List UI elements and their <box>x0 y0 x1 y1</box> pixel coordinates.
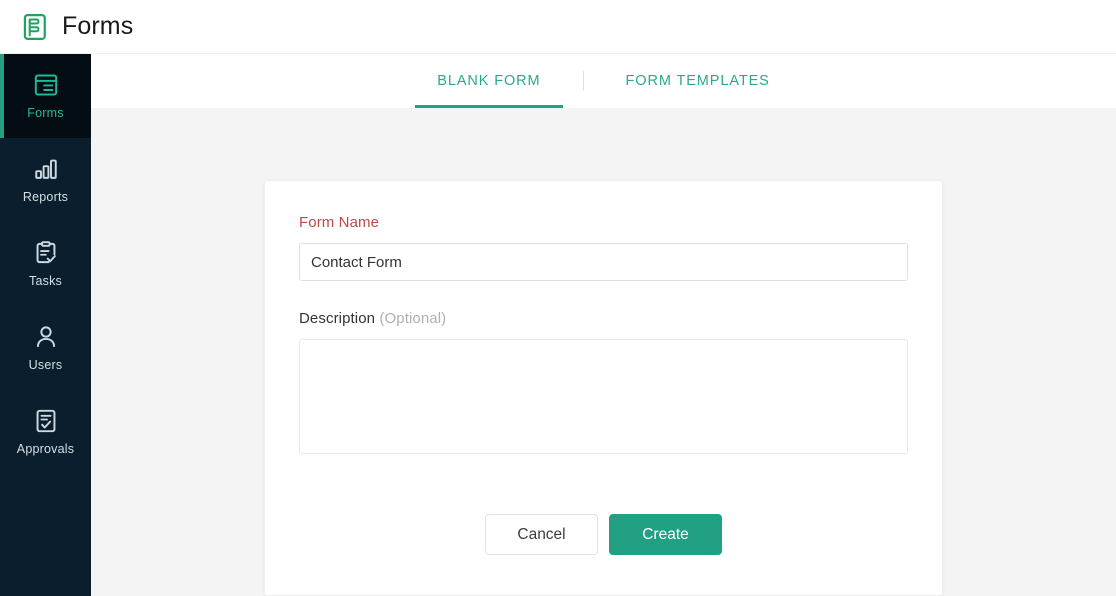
main-content: BLANK FORM FORM TEMPLATES Form Name Desc… <box>91 54 1116 596</box>
cancel-button[interactable]: Cancel <box>485 514 598 555</box>
sidebar-item-users[interactable]: Users <box>0 306 91 390</box>
sidebar-item-reports[interactable]: Reports <box>0 138 91 222</box>
tab-form-templates[interactable]: FORM TEMPLATES <box>602 54 794 108</box>
tab-blank-form[interactable]: BLANK FORM <box>413 54 564 108</box>
form-name-input[interactable] <box>299 243 908 281</box>
create-button[interactable]: Create <box>609 514 722 555</box>
sidebar-item-tasks[interactable]: Tasks <box>0 222 91 306</box>
tabs-group: BLANK FORM FORM TEMPLATES <box>413 54 793 108</box>
description-optional-text: (Optional) <box>379 310 447 327</box>
sidebar-item-forms[interactable]: Forms <box>0 54 91 138</box>
description-label-text: Description <box>299 310 376 327</box>
bar-chart-icon <box>33 156 59 182</box>
sidebar: Forms Reports Tasks Users Approvals <box>0 54 91 596</box>
create-form-card: Form Name Description (Optional) Cancel … <box>264 180 943 596</box>
document-check-icon <box>33 408 59 434</box>
app-title: Forms <box>62 12 134 40</box>
description-label: Description (Optional) <box>299 311 908 326</box>
card-container: Form Name Description (Optional) Cancel … <box>91 108 1116 596</box>
sidebar-item-label: Users <box>28 358 63 373</box>
sidebar-item-label: Forms <box>27 106 64 121</box>
forms-logo-icon <box>22 13 50 41</box>
forms-list-icon <box>33 72 59 98</box>
sidebar-item-label: Approvals <box>16 442 75 457</box>
description-textarea[interactable] <box>299 339 908 454</box>
forms-app-window: Forms Forms Reports Tasks Users Approval… <box>0 0 1116 596</box>
tab-divider <box>582 71 584 91</box>
sidebar-item-label: Tasks <box>29 274 62 289</box>
field-spacer <box>299 281 908 311</box>
clipboard-check-icon <box>33 240 59 266</box>
tab-bar: BLANK FORM FORM TEMPLATES <box>91 54 1116 108</box>
app-header: Forms <box>0 0 1116 54</box>
sidebar-item-label: Reports <box>22 190 69 205</box>
form-actions: Cancel Create <box>299 514 908 555</box>
form-name-label: Form Name <box>299 214 380 231</box>
sidebar-item-approvals[interactable]: Approvals <box>0 390 91 474</box>
user-icon <box>33 324 59 350</box>
